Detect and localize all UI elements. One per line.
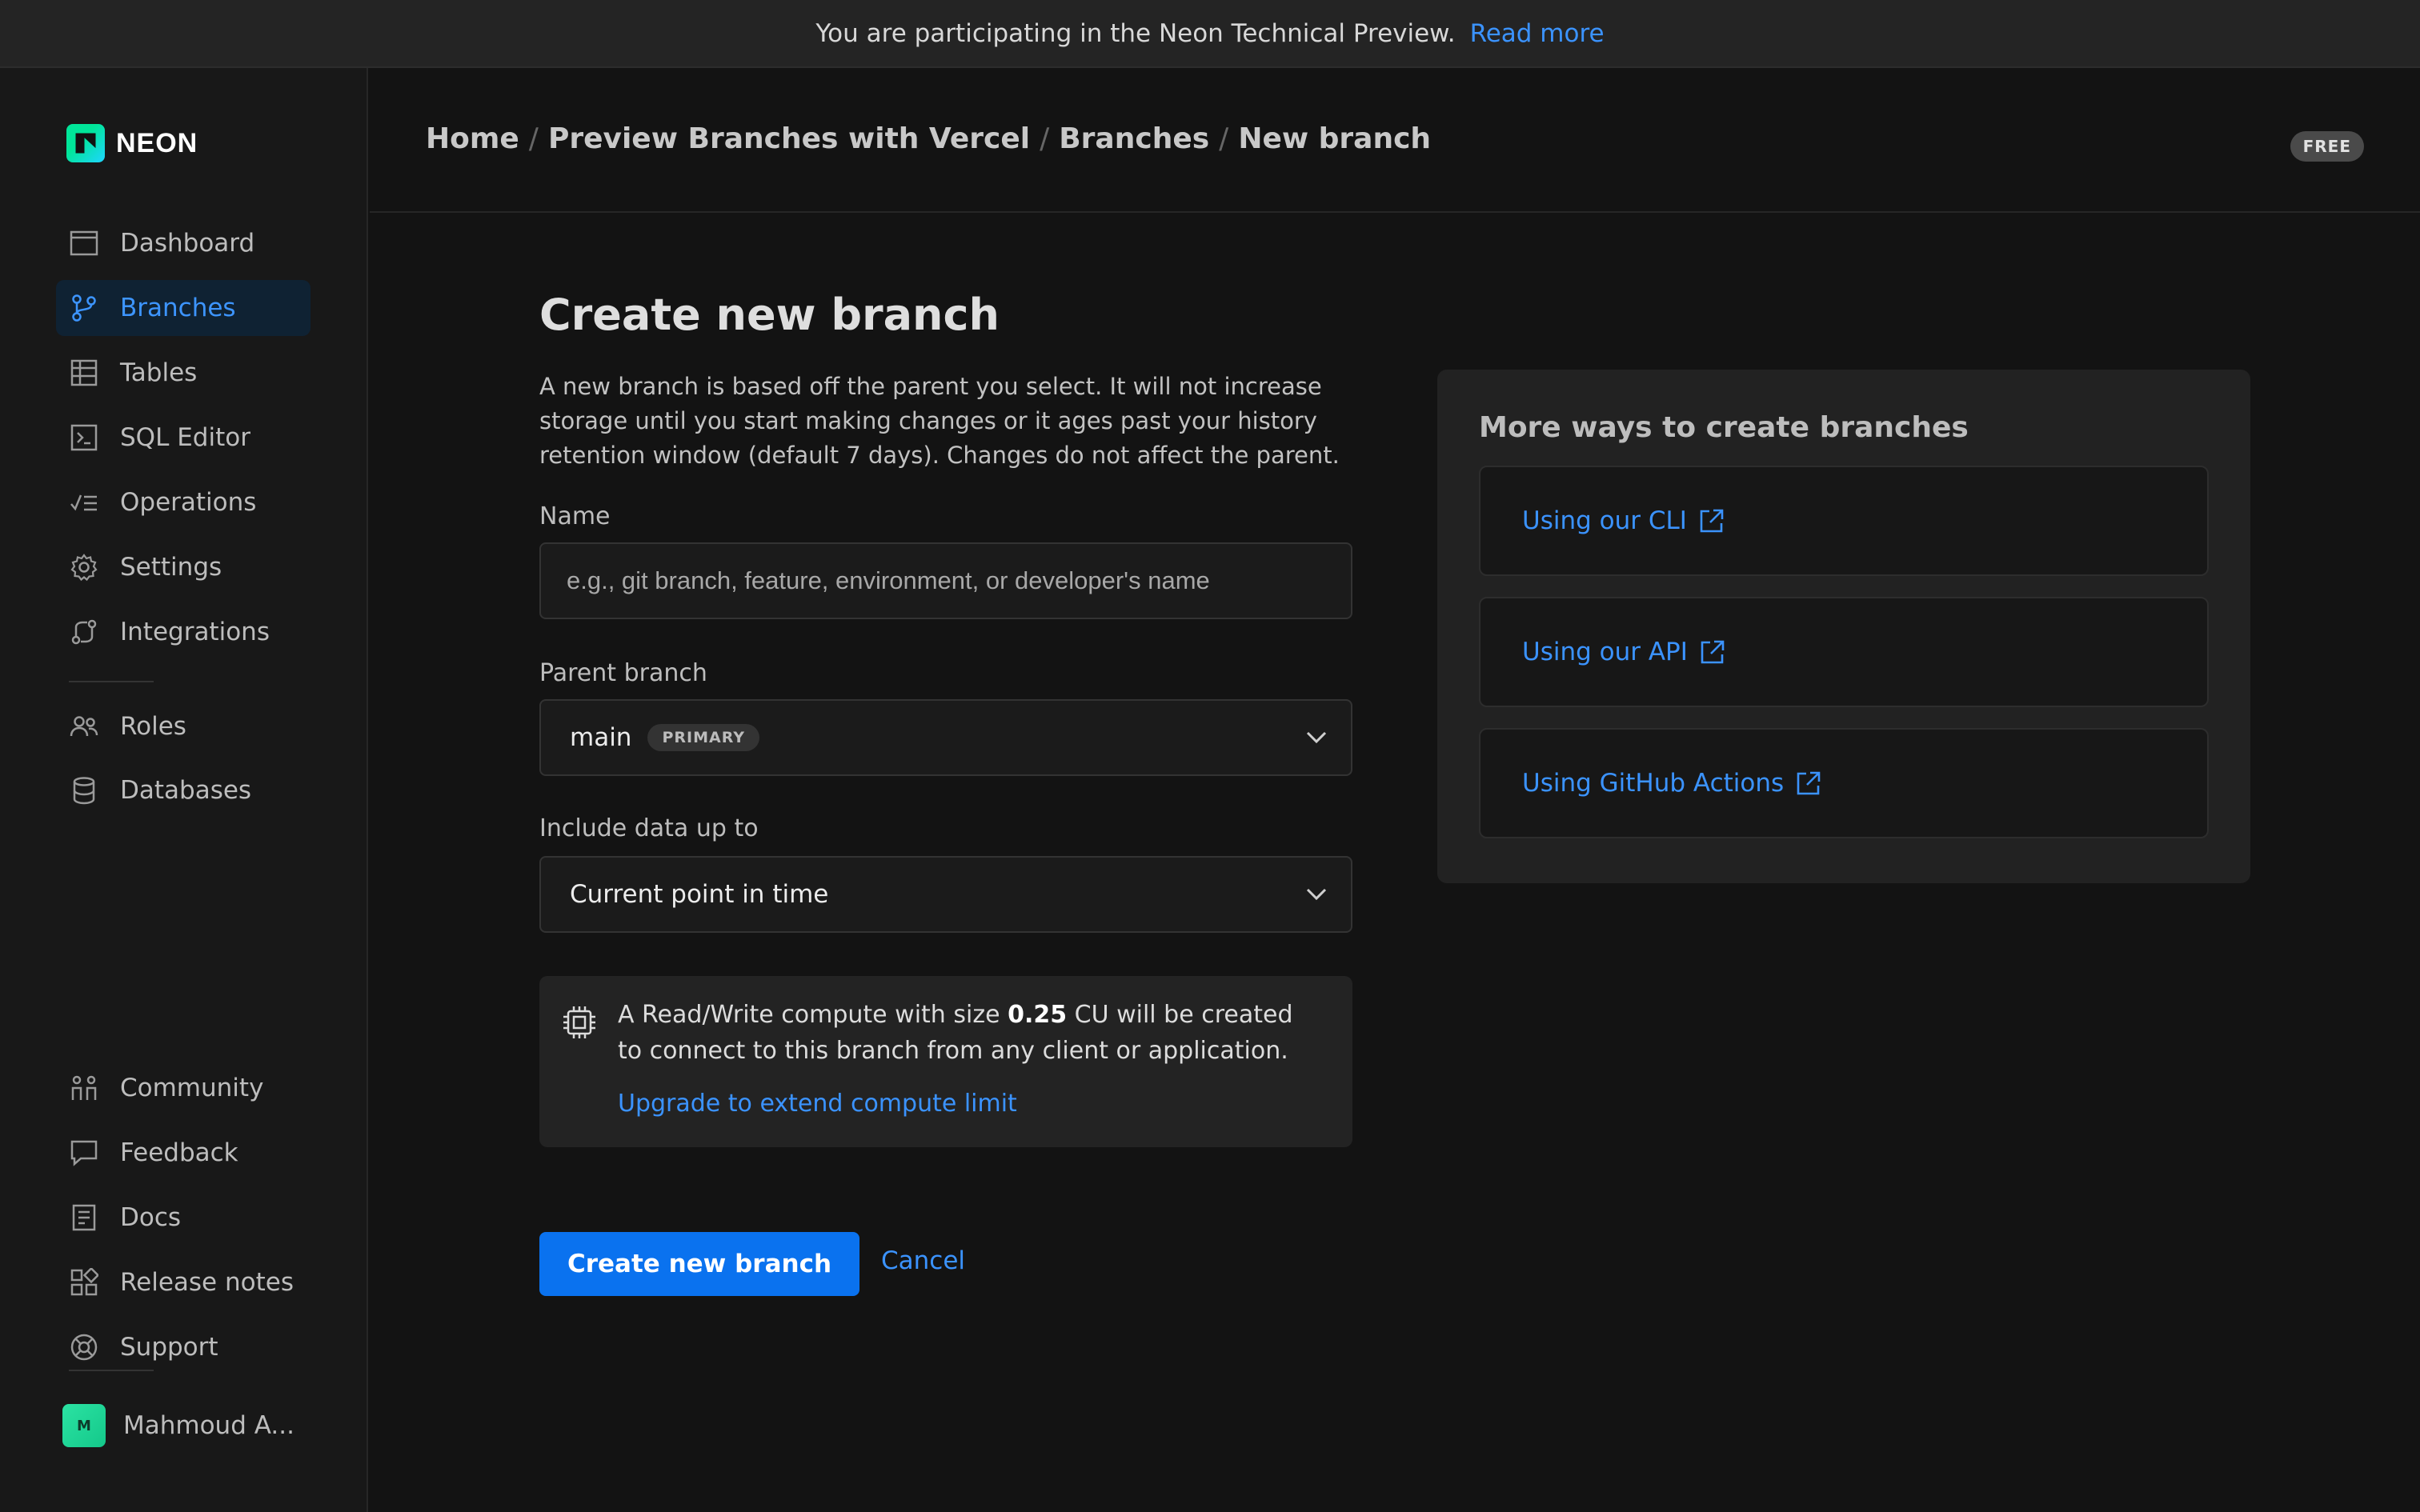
neon-logo-icon <box>66 124 105 162</box>
compute-info-text: A Read/Write compute with size 0.25 CU w… <box>618 997 1322 1069</box>
include-data-select[interactable]: Current point in time <box>539 856 1352 933</box>
include-data-label: Include data up to <box>539 814 759 842</box>
github-actions-link[interactable]: Using GitHub Actions <box>1479 728 2209 838</box>
release-notes-icon <box>69 1267 99 1298</box>
compute-info-prefix: A Read/Write compute with size <box>618 1001 1000 1029</box>
sidebar-item-community[interactable]: Community <box>56 1060 311 1116</box>
plan-badge: FREE <box>2290 131 2364 162</box>
sidebar-item-branches[interactable]: Branches <box>56 280 311 336</box>
more-ways-title: More ways to create branches <box>1479 411 1969 444</box>
sidebar-item-support[interactable]: Support <box>56 1319 311 1375</box>
page-title: Create new branch <box>539 290 1000 340</box>
sidebar-item-tables[interactable]: Tables <box>56 345 311 401</box>
preview-banner: You are participating in the Neon Techni… <box>0 0 2420 68</box>
sidebar-item-label: Operations <box>120 488 257 517</box>
banner-read-more-link[interactable]: Read more <box>1470 19 1605 48</box>
sidebar-item-roles[interactable]: Roles <box>56 698 311 754</box>
gear-icon <box>69 552 99 582</box>
branch-icon <box>69 293 99 323</box>
operations-icon <box>69 487 99 518</box>
sidebar-divider <box>69 1370 154 1371</box>
breadcrumb: Home / Preview Branches with Vercel / Br… <box>426 122 1431 155</box>
banner-message: You are participating in the Neon Techni… <box>815 18 1456 48</box>
more-ways-card: More ways to create branches Using our C… <box>1437 370 2250 883</box>
sidebar-item-release-notes[interactable]: Release notes <box>56 1254 311 1310</box>
name-input[interactable] <box>567 566 1351 595</box>
chevron-down-icon <box>1303 724 1330 751</box>
sidebar-item-label: Integrations <box>120 618 270 646</box>
breadcrumb-separator: / <box>528 122 539 155</box>
sidebar-item-sql-editor[interactable]: SQL Editor <box>56 410 311 466</box>
sidebar: NEON Dashboard Branches Tables SQL Edito… <box>0 68 368 1512</box>
users-icon <box>69 711 99 742</box>
sidebar-item-feedback[interactable]: Feedback <box>56 1125 311 1181</box>
sidebar-item-label: Branches <box>120 294 236 322</box>
page-description: A new branch is based off the parent you… <box>539 373 1340 469</box>
name-label: Name <box>539 502 611 530</box>
sidebar-item-label: Roles <box>120 712 186 741</box>
table-icon <box>69 358 99 388</box>
cli-link-label: Using our CLI <box>1522 506 1687 535</box>
api-link-label: Using our API <box>1522 638 1688 666</box>
external-link-icon <box>1795 769 1824 798</box>
github-actions-link-label: Using GitHub Actions <box>1522 769 1785 798</box>
neon-logo[interactable]: NEON <box>66 124 198 162</box>
sidebar-item-label: Support <box>120 1333 218 1362</box>
external-link-icon <box>1698 506 1727 535</box>
sidebar-item-label: Dashboard <box>120 229 255 258</box>
upgrade-link[interactable]: Upgrade to extend compute limit <box>618 1090 1017 1118</box>
terminal-icon <box>69 422 99 453</box>
parent-branch-select[interactable]: main PRIMARY <box>539 699 1352 776</box>
breadcrumb-branches[interactable]: Branches <box>1059 122 1209 155</box>
user-name: Mahmoud A... <box>123 1411 294 1440</box>
dashboard-icon <box>69 228 99 258</box>
chip-icon <box>560 1003 599 1042</box>
parent-branch-value: main <box>570 723 632 752</box>
sidebar-item-label: Databases <box>120 776 252 805</box>
sidebar-item-label: SQL Editor <box>120 423 250 452</box>
integrations-icon <box>69 617 99 647</box>
breadcrumb-home[interactable]: Home <box>426 122 519 155</box>
cli-link[interactable]: Using our CLI <box>1479 466 2209 576</box>
page-header: Home / Preview Branches with Vercel / Br… <box>370 68 2420 213</box>
sidebar-item-label: Release notes <box>120 1268 294 1297</box>
sidebar-item-operations[interactable]: Operations <box>56 474 311 530</box>
avatar: M <box>62 1404 106 1447</box>
breadcrumb-project[interactable]: Preview Branches with Vercel <box>548 122 1030 155</box>
breadcrumb-separator: / <box>1040 122 1050 155</box>
breadcrumb-separator: / <box>1219 122 1229 155</box>
breadcrumb-current: New branch <box>1238 122 1432 155</box>
chat-icon <box>69 1138 99 1168</box>
sidebar-item-label: Docs <box>120 1203 182 1232</box>
compute-size: 0.25 <box>1008 1001 1068 1029</box>
compute-info-box: A Read/Write compute with size 0.25 CU w… <box>539 976 1352 1147</box>
cancel-button[interactable]: Cancel <box>881 1246 965 1275</box>
api-link[interactable]: Using our API <box>1479 597 2209 707</box>
sidebar-divider <box>69 681 154 682</box>
primary-badge: PRIMARY <box>647 724 760 751</box>
include-data-value: Current point in time <box>570 880 829 909</box>
sidebar-item-label: Feedback <box>120 1138 238 1167</box>
sidebar-item-dashboard[interactable]: Dashboard <box>56 215 311 271</box>
sidebar-item-settings[interactable]: Settings <box>56 539 311 595</box>
create-branch-button[interactable]: Create new branch <box>539 1232 859 1296</box>
database-icon <box>69 775 99 806</box>
sidebar-item-label: Settings <box>120 553 222 582</box>
lifebuoy-icon <box>69 1332 99 1362</box>
chevron-down-icon <box>1303 881 1330 908</box>
docs-icon <box>69 1202 99 1233</box>
sidebar-item-integrations[interactable]: Integrations <box>56 604 311 660</box>
external-link-icon <box>1699 638 1728 666</box>
community-icon <box>69 1073 99 1103</box>
neon-logo-text: NEON <box>116 127 198 158</box>
sidebar-item-label: Tables <box>120 358 198 387</box>
name-field[interactable] <box>539 542 1352 619</box>
user-menu[interactable]: M Mahmoud A... <box>62 1404 294 1447</box>
sidebar-item-databases[interactable]: Databases <box>56 762 311 818</box>
sidebar-item-docs[interactable]: Docs <box>56 1190 311 1246</box>
parent-branch-label: Parent branch <box>539 659 707 687</box>
sidebar-item-label: Community <box>120 1074 264 1102</box>
